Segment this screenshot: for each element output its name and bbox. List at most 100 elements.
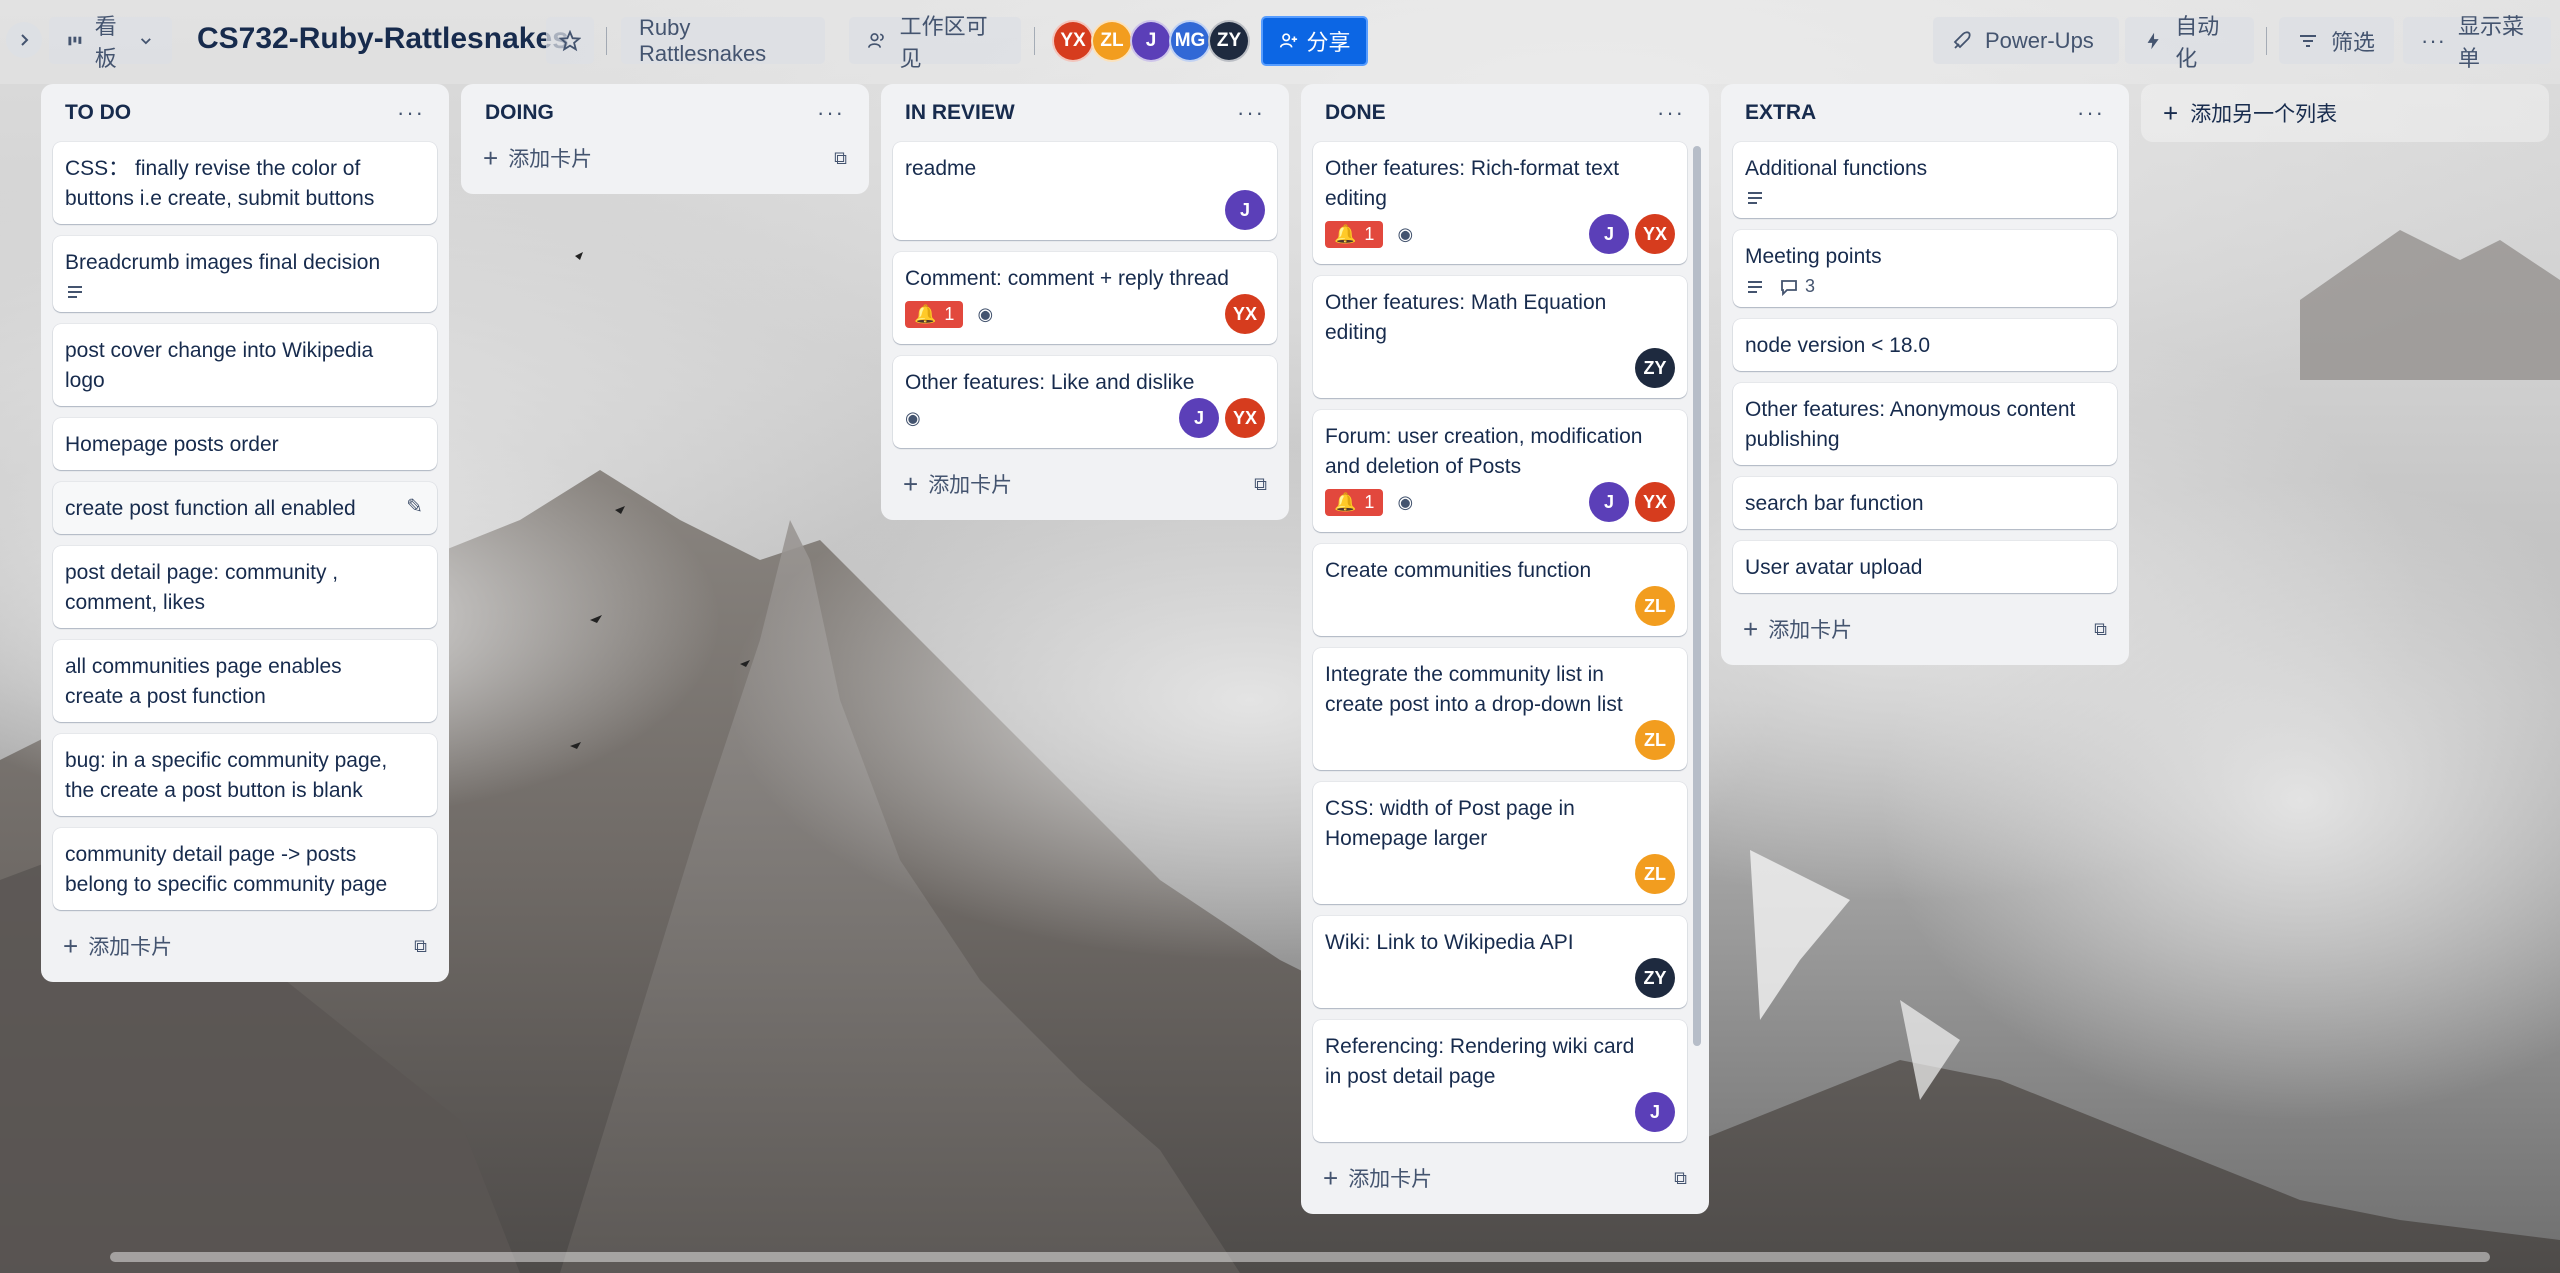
- card-member-avatar[interactable]: J: [1589, 214, 1629, 254]
- list-title[interactable]: DOING: [485, 101, 554, 125]
- add-list-button[interactable]: + 添加另一个列表: [2141, 84, 2549, 142]
- add-card-label: 添加卡片: [508, 148, 593, 171]
- card-member-avatar[interactable]: YX: [1225, 398, 1265, 438]
- template-icon[interactable]: ⧉: [1254, 474, 1267, 495]
- list-title[interactable]: EXTRA: [1745, 101, 1816, 125]
- share-button[interactable]: 分享: [1261, 16, 1368, 66]
- card[interactable]: User avatar upload: [1733, 541, 2117, 593]
- automation-button[interactable]: 自动化: [2125, 14, 2254, 71]
- add-card-button[interactable]: + 添加卡片 ⧉: [1733, 605, 2117, 653]
- template-icon[interactable]: ⧉: [834, 148, 847, 169]
- plus-icon: +: [2163, 97, 2179, 128]
- card[interactable]: Breadcrumb images final decision: [53, 236, 437, 312]
- card-member-avatar[interactable]: ZL: [1635, 720, 1675, 760]
- list-menu-icon[interactable]: ···: [1237, 100, 1265, 126]
- template-icon[interactable]: ⧉: [1674, 1168, 1687, 1189]
- card[interactable]: Forum: user creation, modification and d…: [1313, 410, 1687, 532]
- star-button[interactable]: [546, 17, 594, 64]
- card[interactable]: Other features: Math Equation editing ZY: [1313, 276, 1687, 398]
- board-horizontal-scrollbar[interactable]: [110, 1252, 2490, 1262]
- lightning-icon: [2147, 32, 2159, 49]
- notification-count: 1: [944, 303, 955, 324]
- plus-icon: +: [63, 930, 79, 961]
- card[interactable]: Comment: comment + reply thread 🔔 1 ◉ YX: [893, 252, 1277, 344]
- list-extra: EXTRA ··· Additional functions Meeting p…: [1721, 84, 2129, 665]
- card[interactable]: search bar function: [1733, 477, 2117, 529]
- add-card-label: 添加卡片: [928, 474, 1013, 497]
- add-card-label: 添加卡片: [88, 936, 173, 959]
- card-member-avatar[interactable]: YX: [1635, 214, 1675, 254]
- card-title: Homepage posts order: [65, 433, 279, 456]
- edit-pencil-icon[interactable]: ✎: [406, 494, 423, 519]
- card[interactable]: Integrate the community list in create p…: [1313, 648, 1687, 770]
- card[interactable]: create post function all enabled ✎: [53, 482, 437, 534]
- member-avatar[interactable]: YX: [1052, 20, 1094, 62]
- add-card-button[interactable]: + 添加卡片 ⧉: [1313, 1154, 1697, 1202]
- card[interactable]: post cover change into Wikipedia logo: [53, 324, 437, 406]
- card[interactable]: Other features: Like and dislike ◉ J YX: [893, 356, 1277, 448]
- add-card-button[interactable]: + 添加卡片 ⧉: [473, 134, 857, 182]
- card-member-avatar[interactable]: YX: [1225, 294, 1265, 334]
- card-member-avatar[interactable]: J: [1635, 1092, 1675, 1132]
- list-menu-icon[interactable]: ···: [397, 100, 425, 126]
- list-menu-icon[interactable]: ···: [2077, 100, 2105, 126]
- card-title: create post function all enabled: [65, 497, 356, 520]
- visibility-button[interactable]: 工作区可见: [849, 14, 1021, 71]
- filter-button[interactable]: 筛选: [2279, 17, 2394, 64]
- card-member-avatar[interactable]: J: [1589, 482, 1629, 522]
- card-title: CSS： finally revise the color of buttons…: [65, 157, 375, 210]
- card-title: Other features: Like and dislike: [905, 371, 1195, 394]
- list-menu-icon[interactable]: ···: [817, 100, 845, 126]
- powerups-button[interactable]: Power-Ups: [1933, 17, 2119, 64]
- workspace-button[interactable]: Ruby Rattlesnakes: [621, 15, 825, 66]
- member-avatar[interactable]: ZY: [1208, 20, 1250, 62]
- card[interactable]: Other features: Anonymous content publis…: [1733, 383, 2117, 465]
- card[interactable]: Wiki: Link to Wikipedia API ZY: [1313, 916, 1687, 1008]
- card-member-avatar[interactable]: ZL: [1635, 854, 1675, 894]
- add-card-button[interactable]: + 添加卡片 ⧉: [53, 922, 437, 970]
- card-member-avatar[interactable]: J: [1179, 398, 1219, 438]
- card[interactable]: CSS： finally revise the color of buttons…: [53, 142, 437, 224]
- card-member-avatar[interactable]: YX: [1635, 482, 1675, 522]
- card[interactable]: Other features: Rich-format text editing…: [1313, 142, 1687, 264]
- list-title[interactable]: TO DO: [65, 101, 131, 125]
- template-icon[interactable]: ⧉: [2094, 619, 2107, 640]
- member-avatar[interactable]: MG: [1169, 20, 1211, 62]
- list-scrollbar[interactable]: [1693, 146, 1701, 1046]
- template-icon[interactable]: ⧉: [414, 936, 427, 957]
- list-title[interactable]: DONE: [1325, 101, 1386, 125]
- show-menu-button[interactable]: ··· 显示菜单: [2403, 14, 2551, 71]
- list-title[interactable]: IN REVIEW: [905, 101, 1015, 125]
- card[interactable]: node version < 18.0: [1733, 319, 2117, 371]
- card[interactable]: Additional functions: [1733, 142, 2117, 218]
- comment-icon: [1781, 279, 1797, 296]
- card[interactable]: readme J: [893, 142, 1277, 240]
- card[interactable]: Referencing: Rendering wiki card in post…: [1313, 1020, 1687, 1142]
- card[interactable]: all communities page enables create a po…: [53, 640, 437, 722]
- add-card-label: 添加卡片: [1768, 619, 1853, 642]
- card-member-avatar[interactable]: J: [1225, 190, 1265, 230]
- card[interactable]: Homepage posts order: [53, 418, 437, 470]
- board-title[interactable]: CS732-Ruby-Rattlesnakes: [197, 22, 569, 56]
- card[interactable]: Meeting points 3: [1733, 230, 2117, 307]
- card-member-avatar[interactable]: ZY: [1635, 958, 1675, 998]
- card[interactable]: post detail page: community , comment, l…: [53, 546, 437, 628]
- member-avatar[interactable]: ZL: [1091, 20, 1133, 62]
- card-member-avatar[interactable]: ZY: [1635, 348, 1675, 388]
- card-title: post cover change into Wikipedia logo: [65, 339, 374, 392]
- view-switcher-button[interactable]: 看板: [49, 14, 172, 71]
- add-card-button[interactable]: + 添加卡片 ⧉: [893, 460, 1277, 508]
- card-title: all communities page enables create a po…: [65, 655, 342, 708]
- card[interactable]: community detail page -> posts belong to…: [53, 828, 437, 910]
- sidebar-expand-button[interactable]: [6, 22, 42, 58]
- card[interactable]: CSS: width of Post page in Homepage larg…: [1313, 782, 1687, 904]
- card-member-avatar[interactable]: ZL: [1635, 586, 1675, 626]
- board-members: YX ZL J MG ZY: [1052, 20, 1250, 62]
- watch-eye-icon: ◉: [905, 407, 921, 428]
- card-title: Wiki: Link to Wikipedia API: [1325, 931, 1574, 954]
- description-icon: [68, 286, 82, 298]
- list-menu-icon[interactable]: ···: [1657, 100, 1685, 126]
- member-avatar[interactable]: J: [1130, 20, 1172, 62]
- card[interactable]: Create communities function ZL: [1313, 544, 1687, 636]
- card[interactable]: bug: in a specific community page, the c…: [53, 734, 437, 816]
